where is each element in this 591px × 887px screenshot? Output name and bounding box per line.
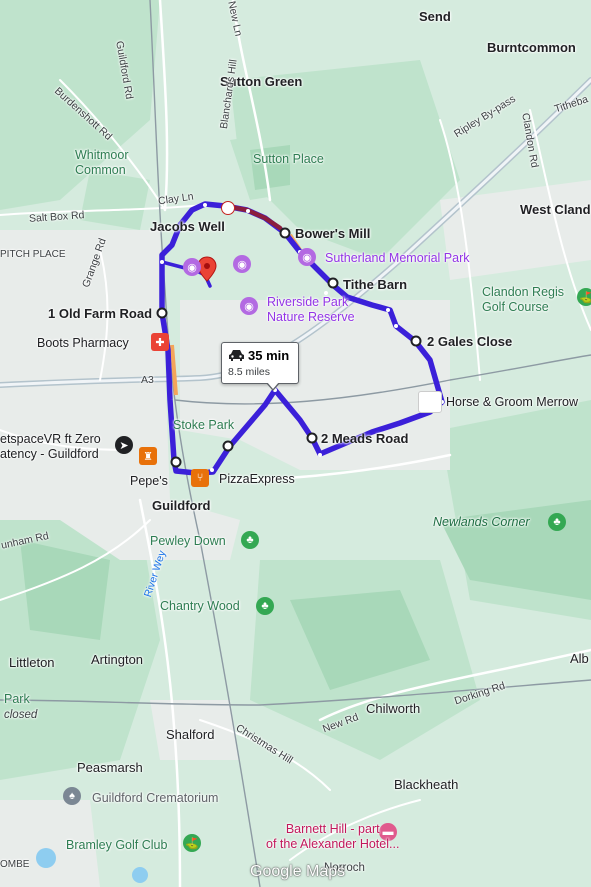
road-closure-icon (221, 201, 235, 215)
label-littleton: Littleton (9, 655, 55, 670)
tree-icon[interactable]: ♣ (548, 513, 566, 531)
restaurant-icon[interactable]: ⑂ (191, 469, 209, 487)
label-guildford: Guildford (152, 498, 211, 513)
label-crematorium: Guildford Crematorium (92, 791, 219, 805)
memorial-icon[interactable]: ◉ (298, 248, 316, 266)
label-burntcommon: Burntcommon (487, 40, 576, 55)
route-time: 35 min (248, 348, 290, 363)
waypoint-gales-close (410, 335, 422, 347)
label-park: Park (4, 692, 30, 706)
pub-icon[interactable] (418, 391, 442, 413)
label-sutherland-park: Sutherland Memorial Park (325, 251, 470, 265)
label-getspacevr: etspaceVR ft Zero atency - Guildford (0, 432, 101, 461)
waypoint-stoke-park (222, 440, 234, 452)
tree-icon[interactable]: ♣ (256, 597, 274, 615)
label-shalford: Shalford (166, 727, 215, 742)
label-blackheath: Blackheath (394, 777, 459, 792)
camera-icon[interactable]: ◉ (240, 297, 258, 315)
crematorium-icon[interactable]: ♠ (63, 787, 81, 805)
camera-icon[interactable]: ◉ (233, 255, 251, 273)
label-meads-road: 2 Meads Road (321, 431, 409, 446)
waypoint-old-farm-road (156, 307, 168, 319)
route-duration-callout[interactable]: 35 min 8.5 miles (221, 342, 299, 391)
label-old-farm-road: 1 Old Farm Road (48, 306, 153, 321)
label-artington: Artington (91, 652, 144, 667)
label-gales-close: 2 Gales Close (427, 334, 513, 349)
label-albury: Alb (570, 651, 589, 666)
google-maps-logo: Google Maps (250, 863, 346, 880)
road-a3: A3 (141, 374, 154, 386)
golf-icon[interactable]: ⛳ (577, 288, 591, 306)
vr-icon[interactable]: ➤ (115, 436, 133, 454)
waypoint-tithe-barn (327, 277, 339, 289)
label-boots-pharmacy: Boots Pharmacy (37, 336, 129, 350)
car-icon (229, 350, 244, 361)
label-jacobs-well: Jacobs Well (150, 219, 225, 234)
waypoint-bowers-mill (279, 227, 291, 239)
waypoint-pepes (170, 456, 182, 468)
tree-icon[interactable]: ♣ (241, 531, 259, 549)
label-pewley-down: Pewley Down (150, 534, 226, 548)
label-chilworth: Chilworth (366, 701, 421, 716)
landmark-icon[interactable]: ♜ (139, 447, 157, 465)
label-riverside-park: Riverside Park Nature Reserve (267, 295, 355, 324)
label-bramley-golf: Bramley Golf Club (66, 838, 168, 852)
waypoint-meads-road (306, 432, 318, 444)
label-horse-groom: Horse & Groom Merrow (446, 395, 578, 409)
label-chantry-wood: Chantry Wood (160, 599, 240, 613)
label-clandon-regis: Clandon Regis Golf Course (482, 285, 564, 314)
pharmacy-icon[interactable]: ✚ (151, 333, 169, 351)
label-tithe-barn: Tithe Barn (343, 277, 408, 292)
golf-icon[interactable]: ⛳ (183, 834, 201, 852)
label-ombe: OMBE (0, 859, 30, 870)
label-newlands-corner: Newlands Corner (433, 515, 530, 529)
label-stoke-park: Stoke Park (173, 418, 235, 432)
label-bowers-mill: Bower's Mill (295, 226, 371, 241)
label-pepes: Pepe's (130, 474, 168, 488)
label-barnett-hill: Barnett Hill - part of the Alexander Hot… (266, 822, 400, 851)
label-pitch-place: PITCH PLACE (0, 249, 66, 260)
camera-icon[interactable]: ◉ (183, 258, 201, 276)
label-sutton-place: Sutton Place (253, 152, 324, 166)
label-whitmoor-common: Whitmoor Common (75, 148, 129, 177)
label-pizzaexpress: PizzaExpress (219, 472, 295, 486)
label-send: Send (419, 9, 451, 24)
label-west-clandon: West Cland (520, 202, 591, 217)
label-peasmarsh: Peasmarsh (77, 760, 143, 775)
label-closed: closed (4, 709, 38, 721)
route-distance: 8.5 miles (228, 366, 271, 378)
